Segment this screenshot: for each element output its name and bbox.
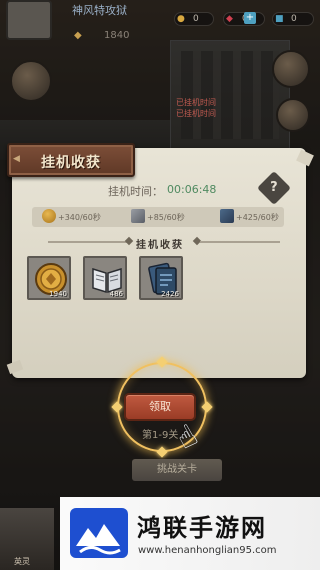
card-rate: +425/60秒 [236,213,279,222]
ticket-value: 0 [291,14,297,24]
idle-time-value: 00:06:48 [167,183,217,196]
player-name: 神风特攻狱 [72,4,127,17]
idle-notice-line-1: 已挂机时间 [176,98,216,107]
gem-icon: ◆ [226,14,233,24]
book-item-qty: 486 [109,290,123,298]
card-item-qty: 2426 [161,290,179,298]
bottom-left-label: 英灵 [14,557,30,566]
book-rate-icon [131,209,145,223]
coin-item-qty: 1940 [49,290,67,298]
book-rate: +85/60秒 [147,213,185,222]
side-menu-button-right-1[interactable] [272,50,310,88]
ticket-resource: ■ 0 [272,12,314,26]
watermark-url: www.henanhonglian95.com [138,545,277,556]
section-divider-right [200,241,280,243]
side-menu-button-right-2[interactable] [276,98,310,132]
watermark-logo-icon [70,508,128,558]
side-menu-button-left[interactable] [10,60,52,102]
reward-item-coin[interactable]: 1940 [27,256,71,300]
idle-time-label: 挂机时间： [108,185,163,198]
power-icon: ◆ [74,30,82,41]
power-value: 1840 [104,30,130,41]
idle-notice: 已挂机时间 已挂机时间 [176,97,216,119]
claim-button[interactable]: 领取 [124,393,196,421]
title-decoration-icon: ◀ [13,154,20,164]
add-gem-button[interactable]: + [244,12,256,24]
watermark-title: 鸿联手游网 [137,514,267,542]
idle-notice-line-2: 已挂机时间 [176,109,216,118]
coin-value: 0 [193,14,199,24]
panel-title: 挂机收获 [41,155,101,171]
challenge-stage-button[interactable]: 挑战关卡 [132,459,222,481]
reward-item-book[interactable]: 486 [83,256,127,300]
panel-title-plate: ◀ 挂机收获 [7,143,135,177]
coin-rate: +340/60秒 [58,213,101,222]
ticket-icon: ■ [275,14,284,24]
help-icon: ? [270,179,278,195]
section-divider-left [48,241,128,243]
coin-rate-icon [42,209,56,223]
stage-progress-label: 第1-9关 [142,430,179,441]
section-title: 挂机收获 [136,240,184,251]
coin-resource: ● 0 [174,12,214,26]
player-avatar[interactable] [6,0,52,40]
reward-item-card[interactable]: 2426 [139,256,183,300]
card-rate-icon [220,209,234,223]
coin-icon: ● [177,14,185,24]
